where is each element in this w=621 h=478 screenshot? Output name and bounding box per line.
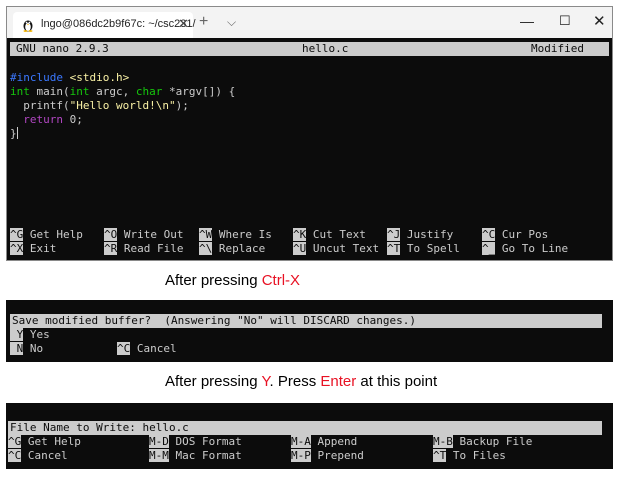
shortcut-cur-pos[interactable]: ^C Cur Pos	[482, 228, 548, 242]
tab-title: lngo@086dc2b9f67c: ~/csc231/	[41, 18, 196, 30]
fn-opt-to-files[interactable]: ^T To Files	[433, 449, 506, 463]
code-line-4: return 0;	[23, 113, 83, 126]
shortcut-read-file[interactable]: ^R Read File	[104, 242, 183, 256]
shortcut-replace[interactable]: ^\ Replace	[199, 242, 265, 256]
linux-tux-icon	[23, 20, 33, 32]
maximize-icon[interactable]: ☐	[559, 13, 571, 29]
minimize-icon[interactable]: —	[520, 13, 534, 29]
fn-opt-get-help[interactable]: ^G Get Help	[8, 435, 81, 449]
tab-close-icon[interactable]: ✕	[178, 16, 189, 32]
nano-version: GNU nano 2.9.3	[16, 42, 109, 55]
nano-header-bar: GNU nano 2.9.3 hello.c Modified	[10, 42, 609, 56]
nano-modified-status: Modified	[531, 42, 584, 55]
new-tab-plus-icon[interactable]: +	[199, 13, 208, 31]
shortcut-to-spell[interactable]: ^T To Spell	[387, 242, 460, 256]
shortcut-get-help[interactable]: ^G Get Help	[10, 228, 83, 242]
shortcut-where-is[interactable]: ^W Where Is	[199, 228, 272, 242]
option-cancel[interactable]: ^C Cancel	[117, 342, 177, 356]
tab-dropdown-chevron-icon[interactable]: ⌵	[227, 15, 236, 30]
code-line-2: int main(int argc, char *argv[]) {	[10, 85, 236, 98]
text-cursor	[16, 127, 18, 139]
code-editor[interactable]: #include <stdio.h> int main(int argc, cha…	[10, 71, 235, 141]
option-yes[interactable]: Y Yes	[10, 328, 50, 342]
shortcut-go-to-line[interactable]: ^_ Go To Line	[482, 242, 568, 256]
save-prompt-panel: Save modified buffer? (Answering "No" wi…	[6, 300, 613, 362]
window-close-icon[interactable]: ✕	[593, 12, 606, 30]
code-line-1: #include <stdio.h>	[10, 71, 130, 84]
filename-input[interactable]: File Name to Write: hello.c	[8, 421, 602, 435]
caption-after-y: After pressing Y. Press Enter at this po…	[165, 373, 438, 390]
fn-opt-backup-file[interactable]: M-B Backup File	[433, 435, 532, 449]
nano-filename: hello.c	[302, 42, 349, 55]
save-prompt-question: Save modified buffer? (Answering "No" wi…	[10, 314, 602, 328]
shortcut-exit[interactable]: ^X Exit	[10, 242, 56, 256]
fn-opt-mac-format[interactable]: M-M Mac Format	[149, 449, 242, 463]
shortcut-uncut-text[interactable]: ^U Uncut Text	[293, 242, 379, 256]
fn-opt-cancel[interactable]: ^C Cancel	[8, 449, 68, 463]
terminal-window: lngo@086dc2b9f67c: ~/csc231/ ✕ + ⌵ — ☐ ✕…	[6, 6, 613, 261]
shortcut-write-out[interactable]: ^O Write Out	[104, 228, 183, 242]
caption-after-ctrl-x: After pressing Ctrl-X	[165, 272, 301, 289]
fn-opt-append[interactable]: M-A Append	[291, 435, 357, 449]
title-bar: lngo@086dc2b9f67c: ~/csc231/ ✕ + ⌵ — ☐ ✕	[7, 7, 612, 38]
fn-opt-dos-format[interactable]: M-D DOS Format	[149, 435, 242, 449]
fn-opt-prepend[interactable]: M-P Prepend	[291, 449, 364, 463]
shortcut-cut-text[interactable]: ^K Cut Text	[293, 228, 366, 242]
code-line-5: }	[10, 127, 18, 140]
filename-prompt-panel: File Name to Write: hello.c ^G Get Help …	[6, 403, 613, 469]
terminal-tab[interactable]: lngo@086dc2b9f67c: ~/csc231/ ✕	[13, 12, 196, 38]
code-line-3: printf("Hello world!\n");	[10, 99, 189, 112]
option-no[interactable]: N No	[10, 342, 43, 356]
shortcut-justify[interactable]: ^J Justify	[387, 228, 453, 242]
